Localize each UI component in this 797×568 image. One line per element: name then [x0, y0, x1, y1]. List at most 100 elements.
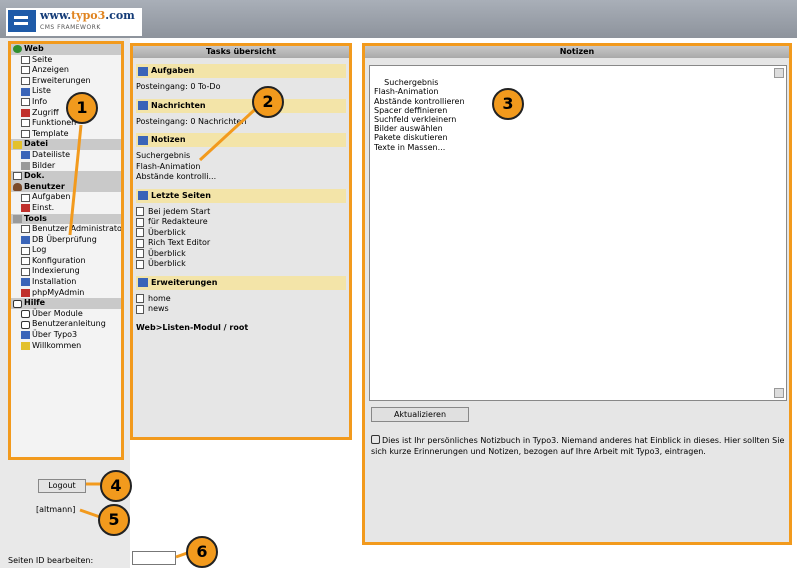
menu-group-24[interactable]: Hilfe	[11, 298, 121, 309]
menu-group-9[interactable]: Datei	[11, 139, 121, 150]
menu-label: Über Typo3	[32, 330, 78, 340]
menu-label: Erweiterungen	[32, 75, 91, 85]
menu-item-3[interactable]: Erweiterungen	[11, 76, 121, 87]
notes-info-text: Dies ist Ihr persönliches Notizbuch in T…	[371, 435, 785, 456]
menu-label: Benutzeranleitung	[32, 319, 106, 329]
scroll-down-icon[interactable]	[774, 388, 784, 398]
logout-button[interactable]: Logout	[38, 479, 86, 493]
menu-item-25[interactable]: Über Module	[11, 309, 121, 320]
erweiterungen-list: home news	[133, 294, 349, 315]
menu-label: Installation	[32, 277, 77, 287]
callout-badge-4: 4	[100, 470, 132, 502]
section-aufgaben[interactable]: Aufgaben	[136, 64, 346, 78]
menu-label: Tools	[24, 213, 47, 223]
section-letzte-seiten[interactable]: Letzte Seiten	[136, 188, 346, 203]
typo3-icon	[21, 331, 30, 340]
notes-textarea[interactable]: Suchergebnis Flash-Animation Abstände ko…	[369, 65, 787, 401]
menu-label: Hilfe	[24, 298, 46, 308]
menu-item-22[interactable]: Installation	[11, 277, 121, 288]
notizen-item-label: Suchergebnis	[136, 151, 191, 160]
menu-item-1[interactable]: Seite	[11, 55, 121, 66]
menu-item-19[interactable]: Log	[11, 245, 121, 256]
menu-item-15[interactable]: Einst.	[11, 203, 121, 214]
page-icon	[21, 55, 30, 64]
menu-item-14[interactable]: Aufgaben	[11, 192, 121, 203]
menu-label: Web	[24, 44, 44, 53]
notes-panel-title: Notizen	[365, 46, 789, 58]
menu-item-23[interactable]: phpMyAdmin	[11, 288, 121, 299]
erweiterungen-item[interactable]: news	[133, 304, 349, 315]
globe-icon	[13, 45, 22, 54]
typo3-logo[interactable]: www.typo3.com CMS FRAMEWORK	[6, 8, 142, 36]
help-icon	[13, 299, 22, 308]
scroll-up-icon[interactable]	[774, 68, 784, 78]
letzte-item[interactable]: Bei jedem Start	[133, 207, 349, 218]
welcome-icon	[21, 341, 30, 350]
callout-badge-2: 2	[252, 86, 284, 118]
menu-group-12[interactable]: Dok.	[11, 171, 121, 182]
menu-item-2[interactable]: Anzeigen	[11, 65, 121, 76]
menu-label: Bilder	[32, 160, 56, 170]
menu-item-17[interactable]: Benutzer Administrator	[11, 224, 121, 235]
page-id-label: Seiten ID bearbeiten:	[8, 556, 94, 565]
notes-content: Suchergebnis Flash-Animation Abstände ko…	[374, 78, 465, 152]
page-id-input[interactable]	[132, 551, 176, 565]
letzte-seiten-list: Bei jedem Start für Redakteure Überblick Ri…	[133, 207, 349, 270]
menu-item-26[interactable]: Benutzeranleitung	[11, 319, 121, 330]
aufgaben-status[interactable]: Posteingang: 0 To-Do	[133, 82, 349, 93]
menu-label: Konfiguration	[32, 255, 86, 265]
menu-label: Über Module	[32, 308, 83, 318]
page-icon	[136, 249, 144, 259]
menu-label: Dok.	[24, 171, 45, 181]
menu-label: Anzeigen	[32, 65, 69, 75]
letzte-item[interactable]: Überblick	[133, 228, 349, 239]
menu-item-27[interactable]: Über Typo3	[11, 330, 121, 341]
callout-badge-1: 1	[66, 92, 98, 124]
letzte-item[interactable]: Überblick	[133, 259, 349, 270]
nachrichten-status[interactable]: Posteingang: 0 Nachrichten	[133, 117, 349, 128]
menu-item-20[interactable]: Konfiguration	[11, 256, 121, 267]
images-icon	[21, 161, 30, 170]
notizen-item[interactable]: Abstände kontrolli...	[133, 172, 349, 183]
logo-url: www.typo3.com	[40, 9, 135, 22]
menu-item-21[interactable]: Indexierung	[11, 266, 121, 277]
list-icon	[21, 87, 30, 96]
letzte-item[interactable]: Überblick	[133, 249, 349, 260]
letzte-item[interactable]: Rich Text Editor	[133, 238, 349, 249]
erweiterungen-item[interactable]: home	[133, 294, 349, 305]
menu-group-13[interactable]: Benutzer	[11, 181, 121, 193]
letzte-item[interactable]: für Redakteure	[133, 217, 349, 228]
aktualisieren-button[interactable]: Aktualizieren	[371, 407, 469, 422]
module-path-link[interactable]: Web>Listen-Modul / root	[136, 323, 346, 332]
tasks-panel-title: Tasks übersicht	[133, 46, 349, 58]
menu-label: Willkommen	[32, 340, 82, 350]
messages-icon	[138, 101, 148, 110]
menu-item-11[interactable]: Bilder	[11, 161, 121, 172]
menu-label: Benutzer Administrator	[32, 224, 124, 234]
section-erweiterungen[interactable]: Erweiterungen	[136, 275, 346, 290]
database-icon	[21, 235, 30, 244]
menu-item-10[interactable]: Dateiliste	[11, 150, 121, 161]
menu-label: Indexierung	[32, 266, 80, 276]
menu-group-0[interactable]: Web	[11, 44, 121, 55]
section-notizen[interactable]: Notizen	[136, 133, 346, 147]
menu-item-18[interactable]: DB Überprüfung	[11, 235, 121, 246]
notizen-item[interactable]: Suchergebnis	[133, 151, 349, 162]
letzte-item-label: Bei jedem Start	[148, 206, 211, 216]
menu-item-28[interactable]: Willkommen	[11, 341, 121, 352]
notes-panel: Notizen Suchergebnis Flash-Animation Abs…	[362, 43, 792, 545]
section-nachrichten[interactable]: Nachrichten	[136, 98, 346, 113]
menu-item-4[interactable]: Liste	[11, 86, 121, 97]
menu-item-7[interactable]: Funktionen	[11, 118, 121, 129]
tasks-icon	[21, 193, 30, 202]
settings-icon	[21, 204, 30, 213]
menu-label: Aufgaben	[32, 192, 71, 202]
extension-icon	[21, 77, 30, 86]
folder-icon	[13, 140, 22, 149]
menu-item-8[interactable]: Template	[11, 129, 121, 140]
log-icon	[21, 246, 30, 255]
menu-group-16[interactable]: Tools	[11, 213, 121, 225]
notizen-item[interactable]: Flash-Animation	[133, 162, 349, 173]
erweiterungen-item-label: home	[148, 293, 171, 303]
extension-icon	[136, 294, 144, 304]
